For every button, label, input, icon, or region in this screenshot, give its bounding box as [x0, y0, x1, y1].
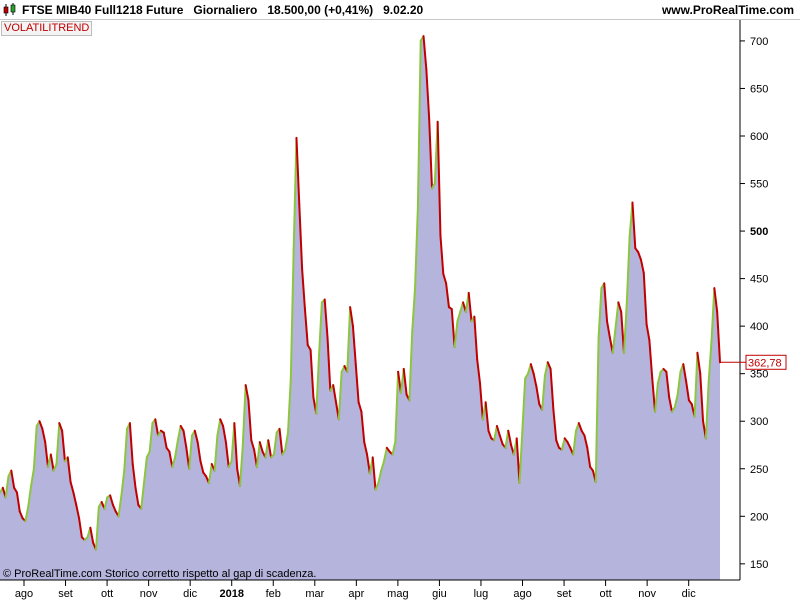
x-axis: ago set ott nov dic 2018 feb mar apr mag giu lug ago…	[0, 579, 740, 600]
x-tick-label: apr	[348, 588, 364, 600]
y-tick-label: 650	[750, 83, 768, 95]
x-tick-label: set	[557, 588, 572, 600]
x-tick-label: feb	[266, 588, 281, 600]
x-tick-label: ago	[15, 588, 33, 600]
y-tick-label: 300	[750, 416, 768, 428]
x-tick-label: set	[58, 588, 73, 600]
y-tick-label: 450	[750, 274, 768, 286]
y-axis: 150 200 250 300 350 400 450 500 550 600 650 700 362,…	[720, 20, 787, 580]
x-tick-label: mar	[305, 588, 324, 600]
x-tick-label: lug	[474, 588, 489, 600]
x-tick-label: giu	[432, 588, 447, 600]
y-tick-label: 400	[750, 321, 768, 333]
x-tick-label: nov	[638, 588, 656, 600]
y-tick-label: 700	[750, 36, 768, 48]
y-tick-label: 250	[750, 464, 768, 476]
y-tick-label: 600	[750, 131, 768, 143]
y-tick-label: 200	[750, 511, 768, 523]
chart-header: FTSE MIB40 Full1218 Future Giornaliero 1…	[0, 0, 800, 20]
x-tick-label: dic	[682, 588, 697, 600]
y-tick-label: 550	[750, 179, 768, 191]
y-tick-label: 150	[750, 559, 768, 571]
brand-link[interactable]: www.ProRealTime.com	[662, 3, 794, 17]
x-tick-label: dic	[183, 588, 198, 600]
x-tick-label: ott	[599, 588, 611, 600]
x-tick-label: ott	[101, 588, 113, 600]
plot-area	[0, 35, 721, 581]
candlestick-icon[interactable]	[2, 3, 18, 17]
x-tick-label: 2018	[219, 588, 243, 600]
copyright-note: © ProRealTime.com Storico corretto rispe…	[3, 568, 317, 580]
y-tick-label: 350	[750, 369, 768, 381]
y-tick-label: 500	[750, 226, 768, 238]
last-value-label: 362,78	[748, 357, 782, 369]
price-chart[interactable]: 150 200 250 300 350 400 450 500 550 600 650 700 362,…	[0, 20, 800, 600]
instrument-title: FTSE MIB40 Full1218 Future Giornaliero 1…	[22, 3, 424, 17]
x-tick-label: ago	[513, 588, 531, 600]
x-tick-label: nov	[140, 588, 158, 600]
x-tick-label: mag	[387, 588, 408, 600]
